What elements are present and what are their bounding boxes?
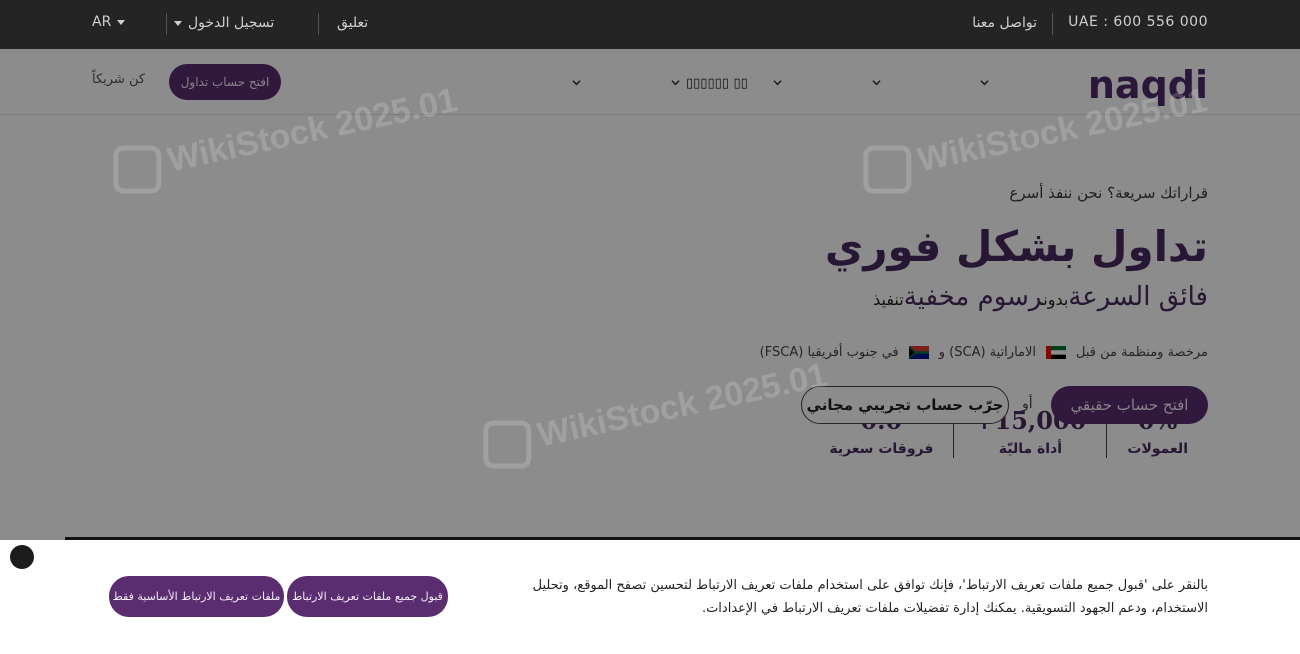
divider [166, 13, 167, 35]
watermark-logo-icon [113, 145, 162, 194]
caret-down-icon [174, 20, 182, 26]
feedback-link[interactable]: تعليق [337, 15, 368, 31]
essential-cookies-only-button[interactable]: ملفات تعريف الارتباط الأساسية فقط [109, 576, 284, 617]
watermark: WikiStock 2025.01 [859, 78, 1212, 198]
divider [1052, 13, 1053, 35]
divider [318, 13, 319, 35]
language-label: AR [92, 14, 112, 30]
top-bar: UAE : 600 556 000 تواصل معنا تعليق تسجيل… [0, 0, 1300, 49]
close-icon[interactable] [10, 545, 34, 569]
language-selector[interactable]: AR [92, 14, 126, 30]
cookie-message: بالنقر على 'قبول جميع ملفات تعريف الارتب… [532, 578, 1208, 616]
accept-all-cookies-button[interactable]: قبول جميع ملفات تعريف الارتباط [287, 576, 448, 617]
watermark: WikiStock 2025.01 [479, 353, 832, 473]
modal-overlay[interactable]: WikiStock 2025.01 WikiStock 2025.01 Wiki… [0, 49, 1300, 540]
contact-link[interactable]: تواصل معنا [972, 15, 1037, 31]
login-dropdown[interactable]: تسجيل الدخول [174, 15, 274, 31]
watermark-logo-icon [483, 420, 532, 469]
cookie-banner-border [65, 537, 1300, 540]
phone-number[interactable]: UAE : 600 556 000 [1068, 14, 1208, 30]
watermark: WikiStock 2025.01 [109, 78, 462, 198]
watermark-logo-icon [863, 145, 912, 194]
caret-down-icon [117, 19, 126, 25]
login-label: تسجيل الدخول [188, 15, 275, 31]
